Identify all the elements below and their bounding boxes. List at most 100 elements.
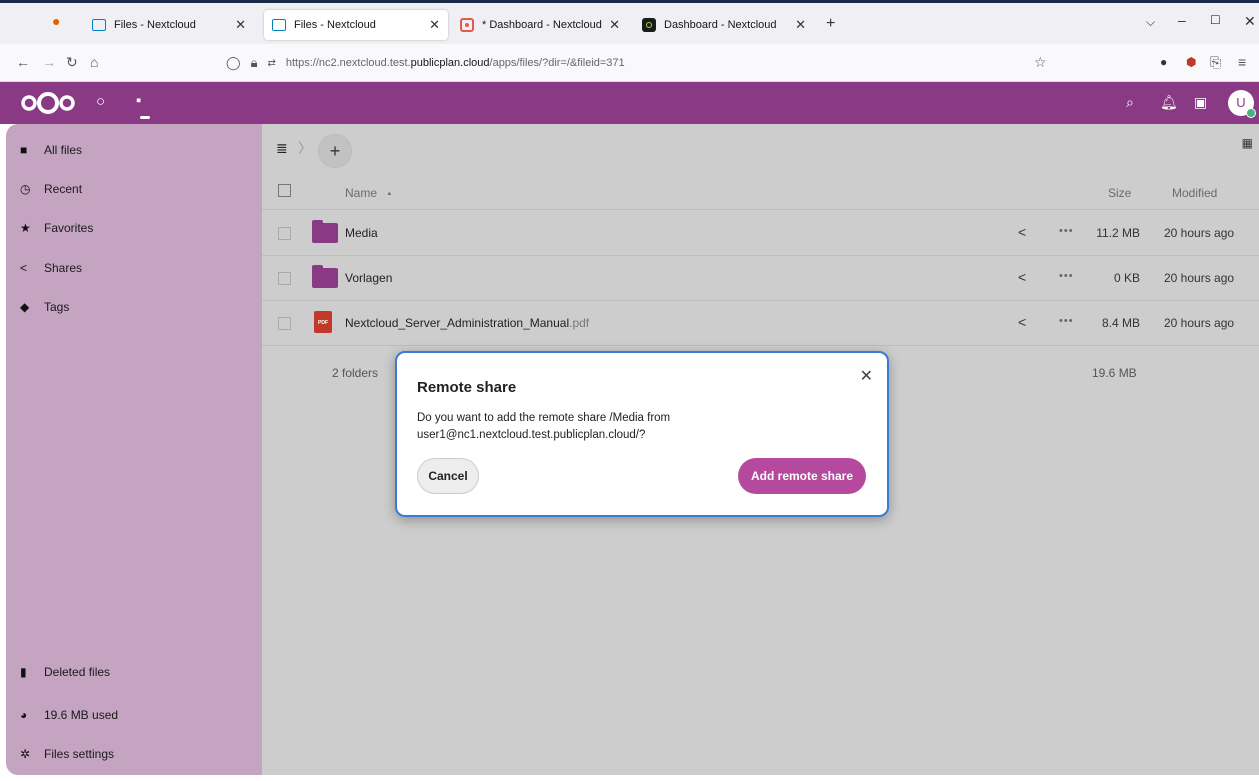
browser-tab-2[interactable]: Files - Nextcloud ✕ <box>264 10 448 40</box>
file-list-header: Name ▲ Size Modified <box>262 176 1259 210</box>
grid-view-icon[interactable]: ▦ <box>1242 136 1253 150</box>
breadcrumb-separator-icon: 〉 <box>298 140 312 156</box>
ublock-icon[interactable]: ⬢ <box>1186 55 1196 69</box>
file-name[interactable]: Media <box>345 226 378 240</box>
sidebar-item-label: Shares <box>44 261 83 275</box>
sidebar-item-recent[interactable]: ◷ Recent <box>20 182 82 196</box>
sidebar-item-label: Deleted files <box>44 665 111 679</box>
url-path: /apps/files/?dir=/&fileid=371 <box>489 57 625 69</box>
select-all-checkbox[interactable] <box>278 184 291 197</box>
forward-icon[interactable]: → <box>42 54 56 70</box>
online-status-icon <box>1246 108 1256 118</box>
column-name-label: Name <box>345 186 378 200</box>
app-navigation: ■ All files ◷ Recent ★ Favorites < Share… <box>6 124 262 775</box>
trash-icon: ▮ <box>20 665 27 679</box>
share-icon[interactable]: < <box>1018 269 1026 285</box>
more-actions-icon[interactable]: ••• <box>1059 225 1074 237</box>
close-tab-icon[interactable]: ✕ <box>235 17 246 33</box>
row-checkbox[interactable] <box>278 227 291 240</box>
table-row[interactable]: PDF Nextcloud_Server_Administration_Manu… <box>262 301 1259 346</box>
browser-tab-3[interactable]: * Dashboard - Nextcloud ✕ <box>452 10 628 40</box>
file-name[interactable]: Vorlagen <box>345 271 392 285</box>
sidebar-item-label: 19.6 MB used <box>44 708 119 722</box>
extensions-puzzle-icon[interactable]: ⎘ <box>1210 54 1221 71</box>
url-prefix: https://nc2.nextcloud.test. <box>285 57 411 69</box>
file-basename: Nextcloud_Server_Administration_Manual <box>345 316 570 330</box>
maximize-window-icon[interactable]: ☐ <box>1210 13 1221 27</box>
sidebar-item-files-settings[interactable]: ✲ Files settings <box>20 747 114 761</box>
contacts-icon[interactable]: ▣ <box>1194 94 1207 111</box>
column-name[interactable]: Name ▲ <box>345 186 392 200</box>
sidebar-item-label: Favorites <box>44 221 94 235</box>
tab-title: Files - Nextcloud <box>294 19 376 31</box>
back-icon[interactable]: ← <box>16 54 30 70</box>
sidebar-item-favorites[interactable]: ★ Favorites <box>20 221 93 235</box>
more-actions-icon[interactable]: ••• <box>1059 270 1074 282</box>
file-basename: Media <box>345 226 378 240</box>
firefox-menu-icon[interactable]: ● <box>52 13 60 29</box>
close-tab-icon[interactable]: ✕ <box>795 17 806 33</box>
lock-icon[interactable]: 🔒︎ <box>251 55 258 71</box>
share-icon: < <box>20 261 28 275</box>
share-icon[interactable]: < <box>1018 224 1026 240</box>
clock-icon: ◷ <box>20 182 31 196</box>
table-row[interactable]: Vorlagen < ••• 0 KB 20 hours ago <box>262 256 1259 301</box>
pie-chart-icon: ◕ <box>20 708 28 722</box>
sidebar-item-tags[interactable]: ◆ Tags <box>20 300 69 314</box>
permissions-icon[interactable]: ⇄ <box>267 58 275 69</box>
bookmark-star-icon[interactable]: ☆ <box>1034 54 1047 71</box>
reload-icon[interactable]: ↻ <box>66 54 78 71</box>
files-app-icon[interactable]: ▪ <box>136 92 141 109</box>
shield-icon[interactable]: ◯ <box>226 55 241 71</box>
close-tab-icon[interactable]: ✕ <box>429 17 440 33</box>
sidebar-item-label: All files <box>44 143 83 157</box>
more-actions-icon[interactable]: ••• <box>1059 315 1074 327</box>
nextcloud-header: ○ ▪ ⌕ 🔔︎ ▣ U <box>0 82 1259 124</box>
column-modified[interactable]: Modified <box>1172 186 1217 200</box>
extension-icon[interactable]: ● <box>1160 55 1167 69</box>
url-host: publicplan.cloud <box>410 57 490 69</box>
dialog-title: Remote share <box>417 379 517 396</box>
sidebar-item-quota[interactable]: ◕ 19.6 MB used <box>20 708 118 722</box>
browser-url-bar: ← → ↻ ⌂ ◯ 🔒︎ ⇄ https://nc2.nextcloud.tes… <box>0 44 1259 82</box>
new-file-button[interactable]: + <box>318 134 352 168</box>
file-extension: .pdf <box>569 316 590 330</box>
cancel-button[interactable]: Cancel <box>417 458 479 494</box>
list-all-tabs-icon[interactable]: ⌵ <box>1146 15 1155 30</box>
dashboard-favicon-icon <box>642 18 656 32</box>
add-remote-share-button[interactable]: Add remote share <box>738 458 866 494</box>
home-icon[interactable]: ⌂ <box>90 54 98 70</box>
remote-share-dialog: Remote share ✕ Do you want to add the re… <box>395 351 889 517</box>
app-menu-icon[interactable]: ≡ <box>1238 54 1246 70</box>
notifications-bell-icon[interactable]: 🔔︎ <box>1160 94 1178 111</box>
file-basename: Vorlagen <box>345 271 393 285</box>
browser-tab-4[interactable]: Dashboard - Nextcloud ✕ <box>634 10 814 40</box>
close-tab-icon[interactable]: ✕ <box>609 17 620 33</box>
row-checkbox[interactable] <box>278 317 291 330</box>
close-window-icon[interactable]: ✕ <box>1244 13 1256 30</box>
file-modified: 20 hours ago <box>1164 271 1235 285</box>
sidebar-item-all-files[interactable]: ■ All files <box>20 143 82 157</box>
sidebar-item-shares[interactable]: < Shares <box>20 261 82 275</box>
row-checkbox[interactable] <box>278 272 291 285</box>
tab-title: Dashboard - Nextcloud <box>664 19 777 31</box>
file-list-summary: 2 folders <box>332 366 379 380</box>
sidebar-item-deleted-files[interactable]: ▮ Deleted files <box>20 665 110 679</box>
sidebar-item-label: Recent <box>44 182 83 196</box>
nextcloud-logo-icon[interactable] <box>20 92 76 114</box>
share-icon[interactable]: < <box>1018 314 1026 330</box>
file-name[interactable]: Nextcloud_Server_Administration_Manual.p… <box>345 316 589 330</box>
search-icon[interactable]: ⌕ <box>1126 94 1134 111</box>
table-row[interactable]: Media < ••• 11.2 MB 20 hours ago <box>262 211 1259 256</box>
home-breadcrumb-icon[interactable]: ≣ <box>276 140 288 157</box>
browser-tab-1[interactable]: Files - Nextcloud ✕ <box>84 10 254 40</box>
sort-ascending-icon: ▲ <box>386 190 393 197</box>
close-icon[interactable]: ✕ <box>860 366 873 386</box>
tag-icon: ◆ <box>20 300 30 314</box>
column-size[interactable]: Size <box>1108 186 1131 200</box>
tab-title: * Dashboard - Nextcloud <box>482 19 602 31</box>
new-tab-icon[interactable]: + <box>826 15 835 33</box>
dashboard-app-icon[interactable]: ○ <box>96 93 105 110</box>
url-input[interactable]: ◯ 🔒︎ ⇄ https://nc2.nextcloud.test. public… <box>226 49 1056 77</box>
minimize-window-icon[interactable]: – <box>1178 12 1186 28</box>
